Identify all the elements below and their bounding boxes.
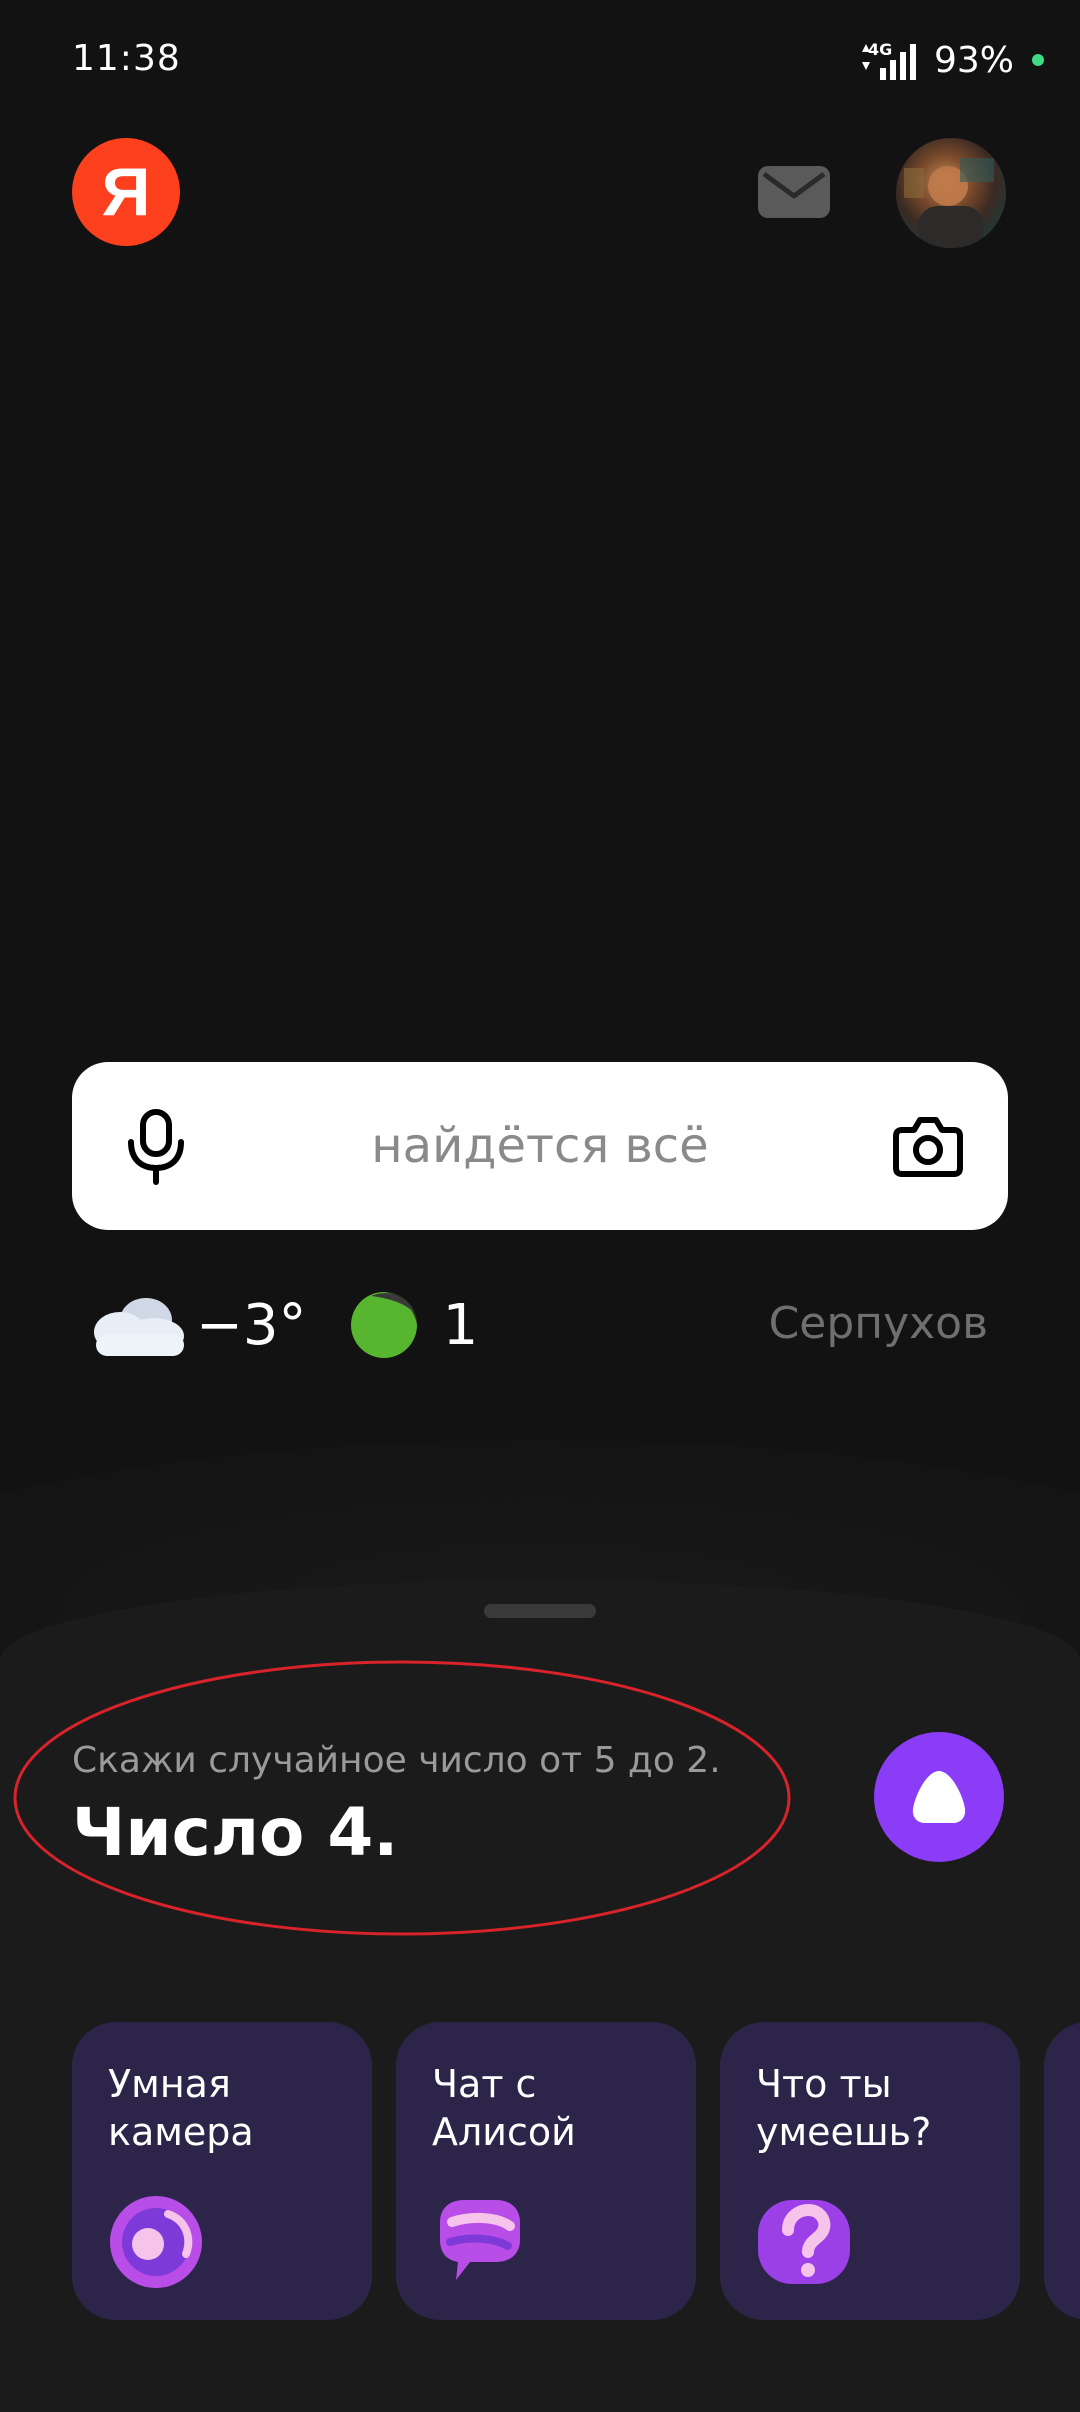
camera-icon[interactable] xyxy=(888,1106,968,1186)
traffic-icon xyxy=(349,1290,419,1360)
status-bar-right: 4G 93% xyxy=(858,36,1044,84)
yandex-logo[interactable]: Я xyxy=(72,138,180,246)
traffic-score: 1 xyxy=(442,1292,479,1358)
user-avatar[interactable] xyxy=(896,138,1006,248)
sheet-drag-handle[interactable] xyxy=(484,1604,596,1618)
card-title: Умная камера xyxy=(108,2062,254,2154)
card-title: Что ты умеешь? xyxy=(756,2062,932,2154)
city-name[interactable]: Серпухов xyxy=(769,1298,988,1349)
battery-level: 93% xyxy=(933,39,1014,81)
network-type: 4G xyxy=(867,40,893,59)
temperature: −3° xyxy=(196,1292,307,1358)
chat-bubble-icon xyxy=(430,2192,530,2292)
search-placeholder[interactable]: найдётся всё xyxy=(72,1118,1008,1174)
search-bar[interactable]: найдётся всё xyxy=(72,1062,1008,1230)
status-time: 11:38 xyxy=(72,38,181,79)
alice-button[interactable] xyxy=(874,1732,1004,1862)
card-chat-alice[interactable]: Чат с Алисой xyxy=(396,2022,696,2320)
card-partial[interactable] xyxy=(1044,2022,1080,2320)
card-title: Чат с Алисой xyxy=(432,2062,576,2154)
card-what-can-you-do[interactable]: Что ты умеешь? xyxy=(720,2022,1020,2320)
mail-icon[interactable] xyxy=(756,162,832,222)
cloud-icon xyxy=(84,1290,190,1360)
alice-icon xyxy=(912,1771,966,1823)
privacy-dot xyxy=(1032,54,1044,66)
home-screen: 11:38 4G 93% Я найдётся всё −3° 1 Серпух… xyxy=(0,0,1080,2412)
card-smart-camera[interactable]: Умная камера xyxy=(72,2022,372,2320)
signal-icon: 4G xyxy=(858,38,922,82)
weather-widget[interactable]: −3° 1 xyxy=(84,1282,478,1368)
skill-cards: Умная камера Чат с Алисой Что ты умеешь? xyxy=(72,2022,1080,2322)
annotation-ellipse xyxy=(13,1660,791,1936)
question-icon xyxy=(754,2192,854,2292)
smart-camera-icon xyxy=(106,2192,206,2292)
